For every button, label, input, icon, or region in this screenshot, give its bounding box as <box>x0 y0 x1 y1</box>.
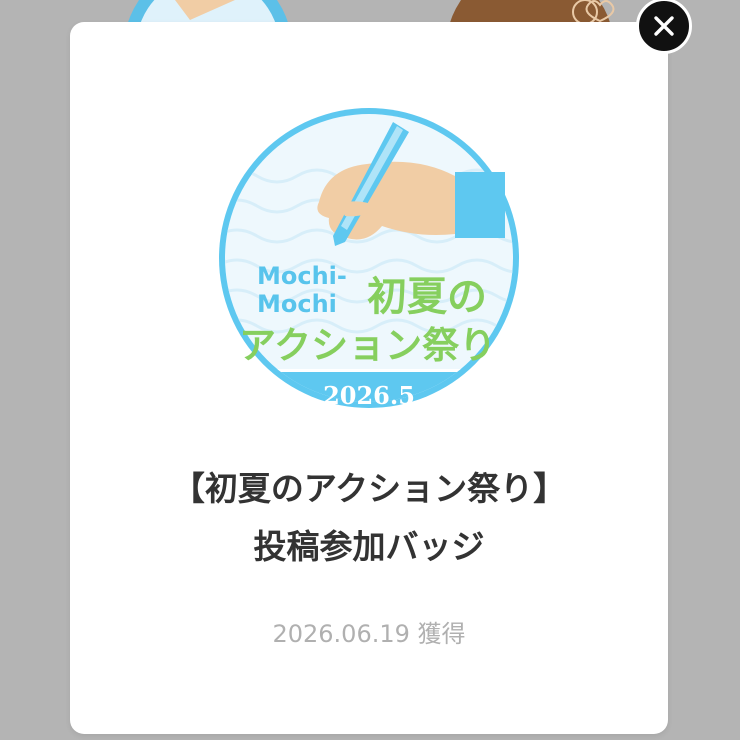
badge-detail-modal: Mochi- Mochi 初夏の アクション祭り 2026.5 【初夏のアクショ… <box>70 22 668 734</box>
badge-title: 【初夏のアクション祭り】 投稿参加バッジ <box>70 460 668 576</box>
close-icon <box>654 16 674 36</box>
badge-brand-line1: Mochi- <box>257 262 347 290</box>
badge-name-line1: 初夏の <box>367 274 487 320</box>
earned-date: 2026.06.19 <box>272 620 410 648</box>
badge-year-month: 2026.5 <box>323 381 415 410</box>
badge-brand-line2: Mochi <box>257 290 337 318</box>
badge-image: Mochi- Mochi 初夏の アクション祭り 2026.5 <box>219 108 519 410</box>
badge-name-line2: アクション祭り <box>239 324 496 367</box>
earned-info: 2026.06.19 獲得 <box>70 614 668 649</box>
earned-label: 獲得 <box>417 620 466 648</box>
badge-title-line1: 【初夏のアクション祭り】 <box>171 469 567 508</box>
close-button[interactable] <box>636 0 692 54</box>
badge-title-line2: 投稿参加バッジ <box>253 527 485 566</box>
